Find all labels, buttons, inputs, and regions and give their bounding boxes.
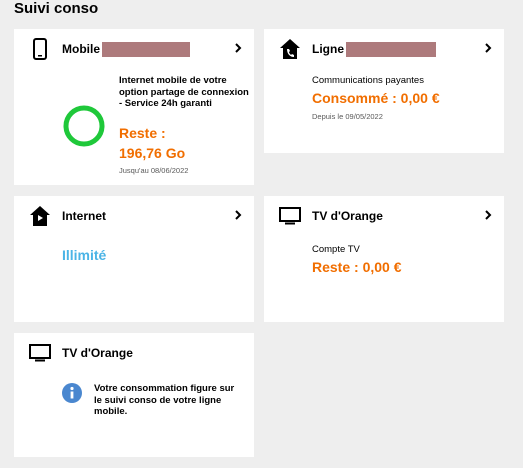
- ligne-card[interactable]: Ligne Communications payantes Consommé :…: [264, 29, 504, 153]
- tv-icon: [278, 204, 302, 228]
- internet-card[interactable]: Internet Illimité: [14, 196, 254, 322]
- tv-remaining: Reste : 0,00 €: [312, 259, 402, 275]
- remaining-value: 196,76 Go: [119, 145, 186, 161]
- tv-info-text: Votre consommation figure sur le suivi c…: [94, 383, 235, 417]
- tv-subtitle: Compte TV: [312, 244, 360, 255]
- since-date: Depuis le 09/05/2022: [312, 112, 383, 121]
- internet-card-title: Internet: [62, 209, 107, 223]
- info-icon: [62, 383, 82, 403]
- chevron-right-icon[interactable]: [232, 208, 244, 222]
- mobile-phone-icon: [28, 37, 52, 61]
- ligne-card-title: Ligne: [312, 42, 344, 56]
- tv-card-title: TV d'Orange: [62, 346, 133, 360]
- home-internet-icon: [28, 204, 52, 228]
- mobile-card-title: Mobile: [62, 42, 100, 56]
- tv-card-title: TV d'Orange: [312, 209, 383, 223]
- chevron-right-icon[interactable]: [482, 41, 494, 55]
- until-date: Jusqu'au 08/06/2022: [119, 166, 189, 175]
- page-title: Suivi conso: [14, 0, 99, 17]
- data-gauge: [63, 105, 105, 147]
- redacted-number: [346, 41, 436, 57]
- home-phone-icon: [278, 37, 302, 61]
- ligne-subtitle: Communications payantes: [312, 75, 424, 86]
- redacted-number: [102, 41, 190, 57]
- remaining-label: Reste :: [119, 125, 166, 141]
- mobile-description: Internet mobile de votre option partage …: [119, 75, 249, 109]
- tv-orange-card[interactable]: TV d'Orange Compte TV Reste : 0,00 €: [264, 196, 504, 322]
- chevron-right-icon[interactable]: [232, 41, 244, 55]
- tv-orange-info-card: TV d'Orange Votre consommation figure su…: [14, 333, 254, 457]
- chevron-right-icon[interactable]: [482, 208, 494, 222]
- tv-icon: [28, 341, 52, 365]
- internet-status: Illimité: [62, 247, 107, 263]
- mobile-card[interactable]: Mobile Internet mobile de votre option p…: [14, 29, 254, 185]
- consumed-value: Consommé : 0,00 €: [312, 90, 440, 106]
